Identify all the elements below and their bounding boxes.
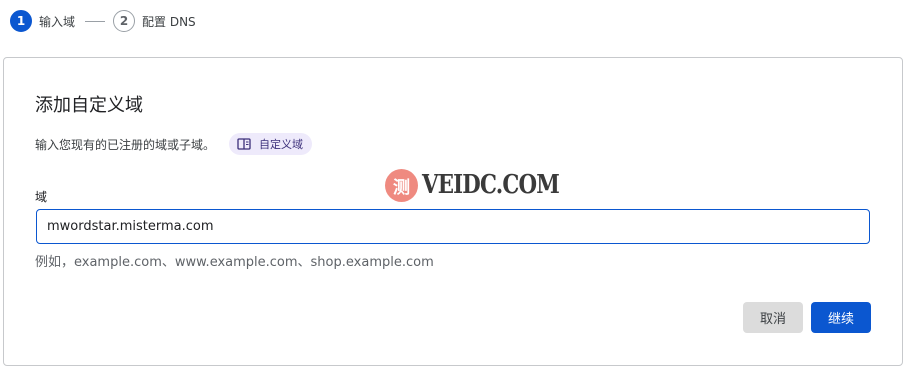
watermark: 测 VEIDC.COM: [385, 168, 589, 202]
cancel-button[interactable]: 取消: [743, 302, 803, 333]
doc-link-label: 自定义域: [259, 138, 304, 151]
card-description: 输入您现有的已注册的域或子域。: [35, 137, 216, 152]
watermark-text: VEIDC.COM: [422, 170, 560, 200]
book-icon: [237, 138, 251, 150]
continue-button[interactable]: 继续: [811, 302, 871, 333]
domain-field-label: 域: [35, 190, 48, 204]
card-title: 添加自定义域: [35, 95, 143, 116]
watermark-seal: 测: [385, 168, 418, 202]
stepper: 1 输入域 2 配置 DNS: [10, 10, 196, 32]
custom-domain-doc-link[interactable]: 自定义域: [229, 133, 313, 155]
description-row: 输入您现有的已注册的域或子域。 自定义域: [35, 133, 313, 155]
step-2-indicator: 2: [113, 10, 136, 32]
step-connector: [85, 20, 106, 22]
step-2-label: 配置 DNS: [142, 14, 196, 29]
add-domain-card: 添加自定义域 输入您现有的已注册的域或子域。 自定义域 域 例如，example…: [3, 57, 903, 366]
domain-input[interactable]: [36, 209, 870, 244]
step-1-label: 输入域: [39, 14, 76, 29]
step-1-indicator: 1: [10, 10, 32, 32]
domain-field-hint: 例如，example.com、www.example.com、shop.exam…: [35, 255, 434, 270]
